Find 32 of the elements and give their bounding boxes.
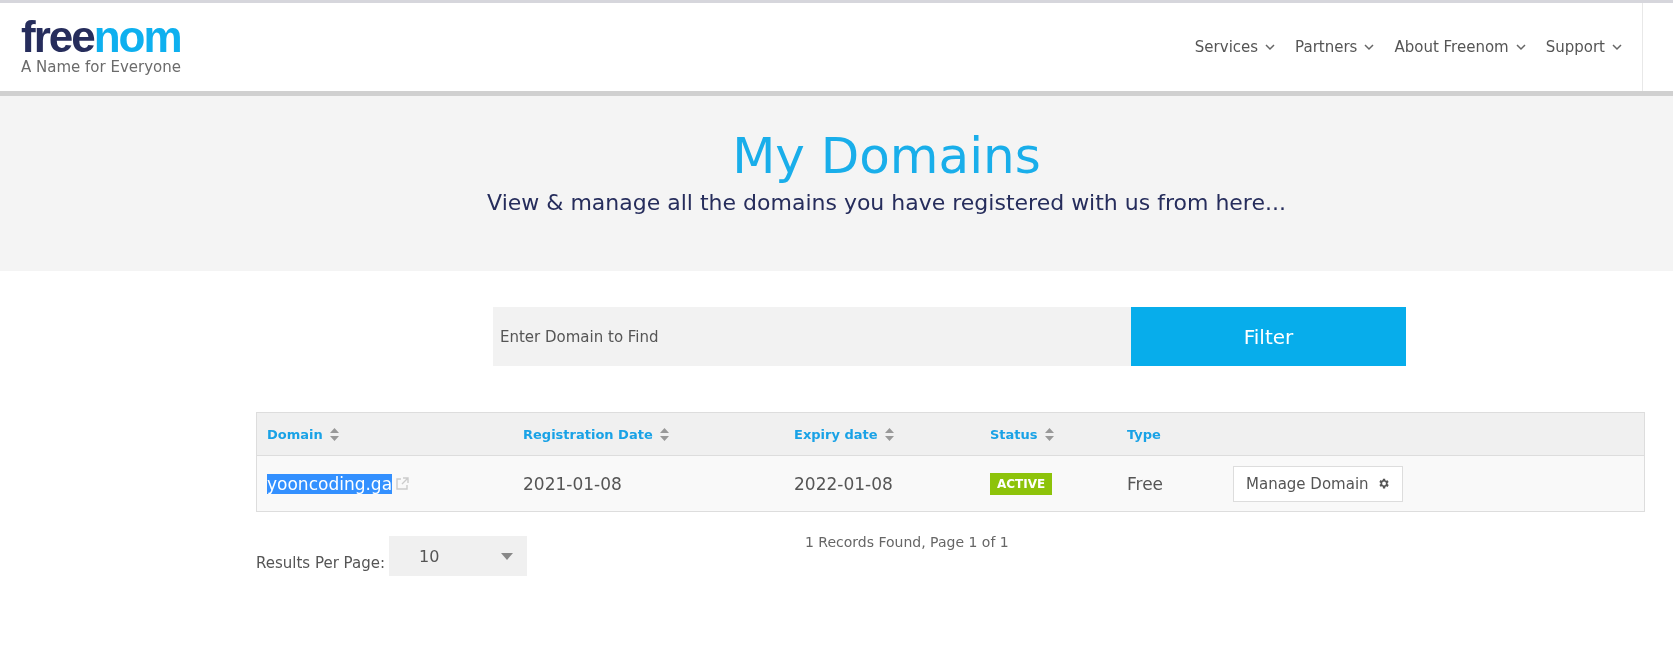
freenom-logo[interactable]: freenom (21, 18, 181, 56)
domain-search-field[interactable]: Enter Domain to Find (493, 307, 1131, 366)
chevron-down-icon (1265, 43, 1276, 51)
caret-icon (501, 552, 513, 560)
column-label: Expiry date (794, 426, 878, 442)
page-subtitle: View & manage all the domains you have registered with us from here... (486, 190, 1286, 215)
nav-menu-item[interactable]: About Freenom (1394, 38, 1526, 56)
chevron-down-icon (1612, 43, 1622, 51)
manage-domain-button[interactable]: Manage Domain (1233, 465, 1403, 502)
nav-menu-item[interactable]: Services (1194, 38, 1276, 56)
column-label: Domain (267, 426, 323, 442)
table-cell-text: 2021-01-08 (523, 473, 623, 494)
results-per-page-label: Results Per Page: (256, 554, 385, 572)
chevron-down-icon (1364, 43, 1375, 51)
sort-icon (329, 427, 339, 441)
status-badge: ACTIVE (990, 472, 1053, 495)
results-per-page-select[interactable]: 10 (389, 536, 527, 576)
external-link-icon[interactable] (396, 477, 410, 490)
page-title: My Domains (731, 126, 1041, 186)
records-summary: 1 Records Found, Page 1 of 1 (805, 534, 1009, 550)
nav-menu-item[interactable]: Support (1545, 38, 1622, 56)
sort-icon (1044, 427, 1054, 441)
sort-icon (884, 427, 894, 441)
table-cell-text: Free (1127, 473, 1165, 494)
column-label: Status (990, 426, 1038, 442)
table-cell-text: 2022-01-08 (794, 473, 894, 494)
nav-menu-item[interactable]: Partners (1295, 38, 1375, 56)
sort-icon (659, 427, 669, 441)
logo-tagline: A Name for Everyone (21, 58, 181, 76)
column-label: Registration Date (523, 426, 653, 442)
column-label: Type (1127, 426, 1161, 442)
chevron-down-icon (1515, 43, 1526, 51)
